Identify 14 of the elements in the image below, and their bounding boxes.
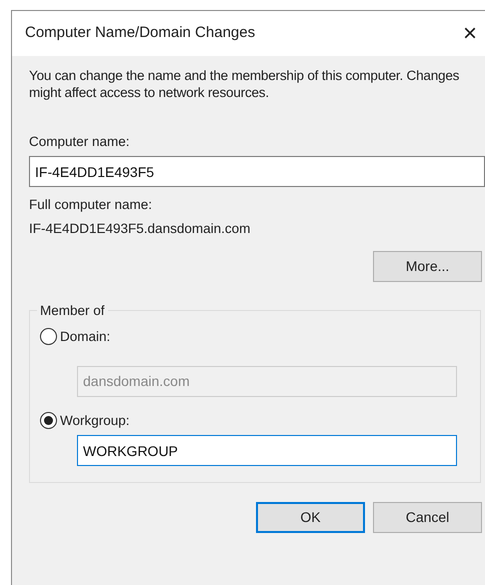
cancel-button[interactable]: Cancel bbox=[373, 502, 482, 533]
ok-button[interactable]: OK bbox=[256, 502, 365, 533]
computer-name-label: Computer name: bbox=[29, 132, 131, 151]
description-text: You can change the name and the membership of this computer. Changes might affect access to network resources. bbox=[29, 68, 460, 102]
computer-name-field[interactable]: IF-4E4DD1E493F5 bbox=[29, 156, 485, 187]
workgroup-field[interactable]: WORKGROUP bbox=[77, 435, 457, 466]
close-button[interactable]: × bbox=[456, 22, 483, 46]
more-button[interactable]: More... bbox=[373, 250, 482, 282]
window-title: Computer Name/Domain Changes bbox=[25, 23, 256, 44]
option-label: Domain: bbox=[60, 328, 110, 346]
full-computer-name-text: IF-4E4DD1E493F5.dansdomain.com bbox=[29, 220, 252, 238]
full-computer-name-label: Full computer name: bbox=[29, 196, 154, 214]
option-label: Workgroup: bbox=[60, 412, 130, 430]
radio-button[interactable] bbox=[40, 412, 57, 430]
